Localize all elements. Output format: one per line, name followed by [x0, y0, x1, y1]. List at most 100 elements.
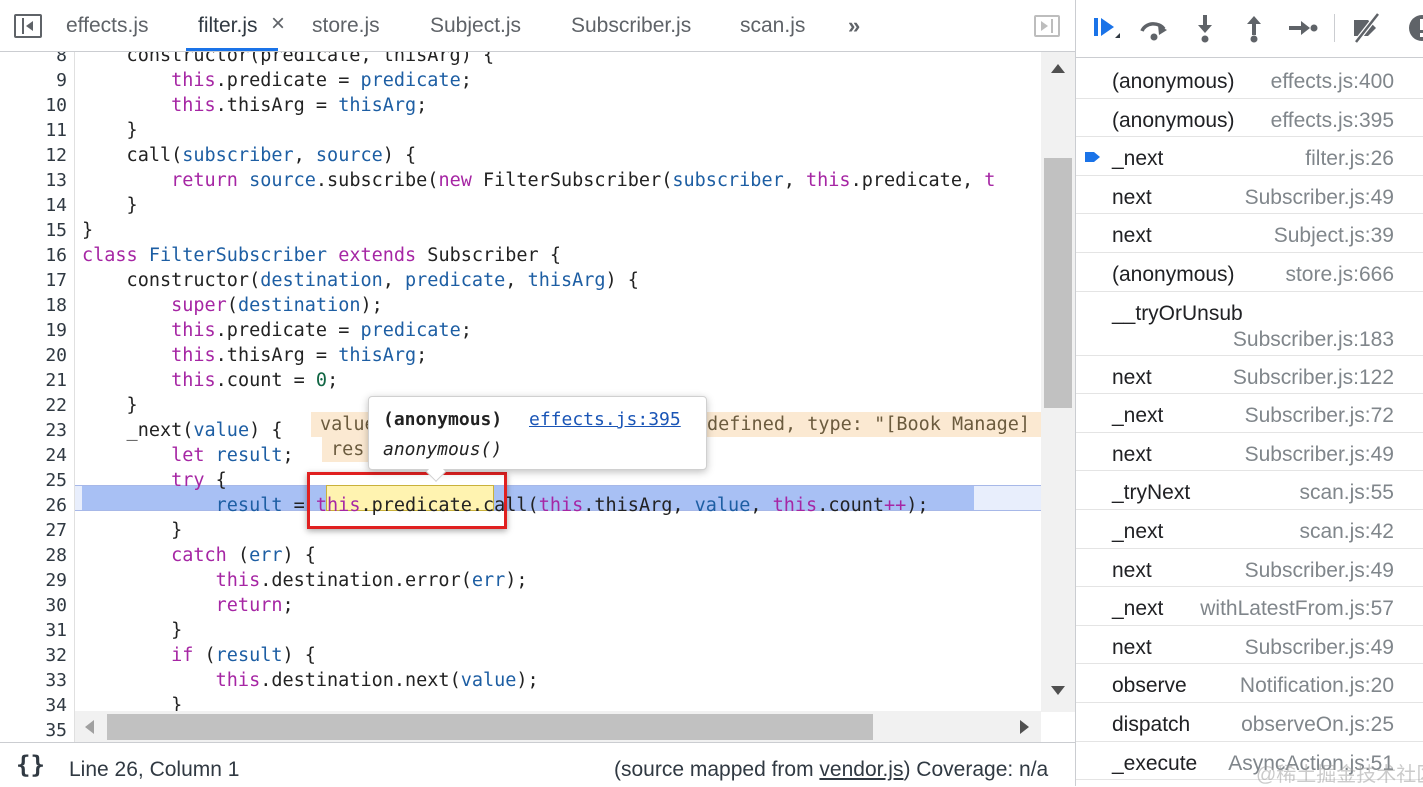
line-number[interactable]: 19	[0, 318, 67, 343]
line-number[interactable]: 18	[0, 293, 67, 318]
code-line: this.thisArg = thisArg;	[171, 345, 428, 366]
scroll-left-icon[interactable]	[85, 720, 94, 734]
line-number[interactable]: 23	[0, 418, 67, 443]
call-frame[interactable]: (anonymous) store.js:666	[1076, 253, 1423, 292]
close-tab-icon[interactable]: ×	[271, 10, 285, 38]
call-frame[interactable]: next Subscriber.js:49	[1076, 549, 1423, 588]
call-frame[interactable]: _next Subscriber.js:72	[1076, 394, 1423, 433]
call-frame[interactable]: _tryNext scan.js:55	[1076, 471, 1423, 510]
active-tab-indicator	[186, 48, 278, 51]
line-number[interactable]: 34	[0, 693, 67, 718]
line-number[interactable]: 26	[0, 493, 67, 518]
call-frame-location[interactable]: filter.js:26	[1305, 147, 1394, 171]
call-frame[interactable]: _next withLatestFrom.js:57	[1076, 587, 1423, 626]
scroll-right-icon[interactable]	[1020, 720, 1029, 734]
source-map-info: (source mapped from vendor.js) Coverage:…	[614, 758, 1048, 782]
tab-effects-js[interactable]: effects.js	[66, 14, 148, 38]
code-editor[interactable]: 8 9 10 11 12 13 14 15 16 17 18 19 20 21 22 23 24 25 26 27 28…	[0, 52, 1075, 742]
call-frame[interactable]: __tryOrUnsub Subscriber.js:183	[1076, 292, 1423, 356]
vertical-scrollbar[interactable]	[1041, 52, 1075, 712]
call-frame[interactable]: next Subscriber.js:122	[1076, 356, 1423, 395]
more-tabs-icon[interactable]: »	[848, 13, 860, 39]
line-number[interactable]: 10	[0, 93, 67, 118]
toggle-navigator-icon[interactable]	[14, 14, 42, 38]
call-frame-location[interactable]: scan.js:42	[1299, 520, 1394, 544]
call-frame[interactable]: next Subscriber.js:49	[1076, 626, 1423, 665]
call-frame-location[interactable]: effects.js:395	[1271, 109, 1394, 133]
line-number[interactable]: 24	[0, 443, 67, 468]
line-number[interactable]: 8	[0, 52, 67, 68]
call-frame[interactable]: _next scan.js:42	[1076, 510, 1423, 549]
call-frame-location[interactable]: observeOn.js:25	[1241, 713, 1394, 737]
line-number[interactable]: 16	[0, 243, 67, 268]
step-icon[interactable]	[1286, 12, 1318, 44]
call-frame-name: observe	[1112, 674, 1187, 698]
call-frame[interactable]: (anonymous) effects.js:395	[1076, 99, 1423, 138]
deactivate-breakpoints-icon[interactable]	[1350, 12, 1382, 44]
line-number[interactable]: 32	[0, 643, 67, 668]
line-number[interactable]: 25	[0, 468, 67, 493]
line-number[interactable]: 14	[0, 193, 67, 218]
line-number[interactable]: 15	[0, 218, 67, 243]
call-frame-location[interactable]: Subscriber.js:49	[1245, 186, 1394, 210]
call-frame-location[interactable]: Subscriber.js:49	[1245, 443, 1394, 467]
pause-on-exceptions-icon[interactable]	[1406, 12, 1423, 44]
call-frame[interactable]: _next filter.js:26	[1076, 137, 1423, 176]
scroll-down-icon[interactable]	[1051, 686, 1065, 695]
line-number[interactable]: 13	[0, 168, 67, 193]
line-number[interactable]: 28	[0, 543, 67, 568]
call-frame[interactable]: next Subscriber.js:49	[1076, 433, 1423, 472]
source-map-link[interactable]: vendor.js	[819, 758, 903, 781]
call-frame-location[interactable]: Subscriber.js:122	[1233, 366, 1394, 390]
call-frame-location[interactable]: withLatestFrom.js:57	[1200, 597, 1394, 621]
horizontal-scrollbar[interactable]	[75, 711, 1041, 742]
call-frame-location[interactable]: Subscriber.js:72	[1245, 404, 1394, 428]
tab-filter-js[interactable]: filter.js	[198, 14, 258, 38]
source-map-prefix: (source mapped from	[614, 758, 820, 781]
call-frame-location[interactable]: scan.js:55	[1299, 481, 1394, 505]
line-number[interactable]: 20	[0, 343, 67, 368]
call-frame[interactable]: (anonymous) effects.js:400	[1076, 60, 1423, 99]
line-number[interactable]: 31	[0, 618, 67, 643]
call-frame-location[interactable]: effects.js:400	[1271, 70, 1394, 94]
line-number[interactable]: 11	[0, 118, 67, 143]
step-over-icon[interactable]	[1138, 12, 1170, 44]
resume-icon[interactable]	[1090, 12, 1122, 44]
call-frame[interactable]: next Subscriber.js:49	[1076, 176, 1423, 215]
call-frame-location[interactable]: store.js:666	[1285, 263, 1394, 287]
line-number[interactable]: 33	[0, 668, 67, 693]
code-line: class FilterSubscriber extends Subscribe…	[82, 245, 561, 266]
line-number[interactable]: 9	[0, 68, 67, 93]
scroll-up-icon[interactable]	[1051, 64, 1065, 73]
line-number-gutter[interactable]: 8 9 10 11 12 13 14 15 16 17 18 19 20 21 22 23 24 25 26 27 28…	[0, 52, 75, 742]
tab-scan-js[interactable]: scan.js	[740, 14, 805, 38]
line-number[interactable]: 27	[0, 518, 67, 543]
toggle-debugger-icon[interactable]	[1034, 15, 1060, 37]
call-frame-location[interactable]: Subscriber.js:49	[1245, 636, 1394, 660]
code-line: catch (err) {	[171, 545, 316, 566]
line-number[interactable]: 12	[0, 143, 67, 168]
line-number[interactable]: 30	[0, 593, 67, 618]
call-frame-location[interactable]: Notification.js:20	[1240, 674, 1394, 698]
call-frame-name: _tryNext	[1112, 481, 1191, 505]
step-into-icon[interactable]	[1189, 12, 1221, 44]
step-out-icon[interactable]	[1238, 12, 1270, 44]
call-frame-location[interactable]: Subject.js:39	[1274, 224, 1394, 248]
line-number[interactable]: 22	[0, 393, 67, 418]
tab-subscriber-js[interactable]: Subscriber.js	[571, 14, 691, 38]
line-number[interactable]: 35	[0, 718, 67, 742]
vertical-scroll-thumb[interactable]	[1044, 158, 1072, 408]
call-frame-location[interactable]: Subscriber.js:49	[1245, 559, 1394, 583]
line-number[interactable]: 21	[0, 368, 67, 393]
call-frame[interactable]: dispatch observeOn.js:25	[1076, 703, 1423, 742]
tab-store-js[interactable]: store.js	[312, 14, 380, 38]
call-frame-location[interactable]: Subscriber.js:183	[1233, 328, 1394, 352]
horizontal-scroll-thumb[interactable]	[107, 714, 873, 740]
tab-subject-js[interactable]: Subject.js	[430, 14, 521, 38]
popover-source-link[interactable]: effects.js:395	[529, 409, 681, 430]
call-frame[interactable]: observe Notification.js:20	[1076, 664, 1423, 703]
pretty-print-icon[interactable]: {}	[16, 751, 45, 779]
call-frame[interactable]: next Subject.js:39	[1076, 214, 1423, 253]
line-number[interactable]: 29	[0, 568, 67, 593]
line-number[interactable]: 17	[0, 268, 67, 293]
